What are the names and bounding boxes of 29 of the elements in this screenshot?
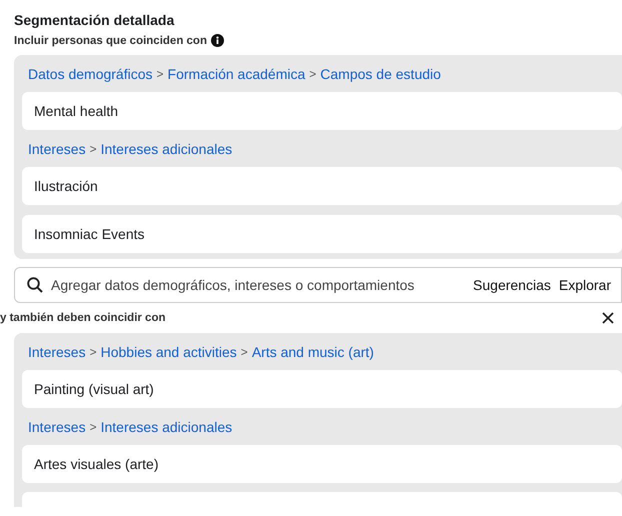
section-label: Incluir personas que coinciden con <box>14 34 207 46</box>
close-icon[interactable] <box>602 312 614 324</box>
breadcrumb-link[interactable]: Intereses adicionales <box>100 141 232 157</box>
breadcrumb-separator: > <box>309 66 316 82</box>
breadcrumb-link[interactable]: Hobbies and activities <box>100 344 237 360</box>
selected-item[interactable]: Artes visuales (arte) <box>22 445 622 483</box>
breadcrumb-separator: > <box>90 344 97 360</box>
breadcrumb-link[interactable]: Campos de estudio <box>320 66 441 82</box>
search-tab[interactable]: Explorar <box>558 277 611 293</box>
search-field[interactable]: Agregar datos demográficos, intereses o comportamientos Sugerencias Explorar <box>14 267 622 303</box>
breadcrumb-link[interactable]: Arts and music (art) <box>252 344 374 360</box>
breadcrumb-separator: > <box>240 344 248 360</box>
breadcrumb-separator: > <box>90 419 97 435</box>
breadcrumb-link[interactable]: Intereses <box>28 344 86 360</box>
selected-item[interactable]: Insomniac Events <box>22 215 622 253</box>
breadcrumb-link[interactable]: Intereses <box>28 419 86 435</box>
section-label: y también deben coincidir con <box>0 312 166 324</box>
selected-item[interactable]: Painting (visual art) <box>22 370 622 408</box>
search-tab[interactable]: Sugerencias <box>473 277 551 293</box>
breadcrumb-link[interactable]: Formación académica <box>168 66 306 82</box>
breadcrumb-link[interactable]: Intereses <box>28 141 86 157</box>
section-title: Segmentación detallada <box>14 12 176 29</box>
breadcrumb-link[interactable]: Datos demográficos <box>28 66 153 82</box>
selected-item[interactable]: Ilustración <box>22 167 622 205</box>
breadcrumb-separator: > <box>156 66 164 82</box>
breadcrumb-separator: > <box>90 141 97 157</box>
selected-item[interactable]: Mental health <box>22 92 622 130</box>
breadcrumb-link[interactable]: Intereses adicionales <box>100 419 232 435</box>
search-icon <box>27 277 43 293</box>
